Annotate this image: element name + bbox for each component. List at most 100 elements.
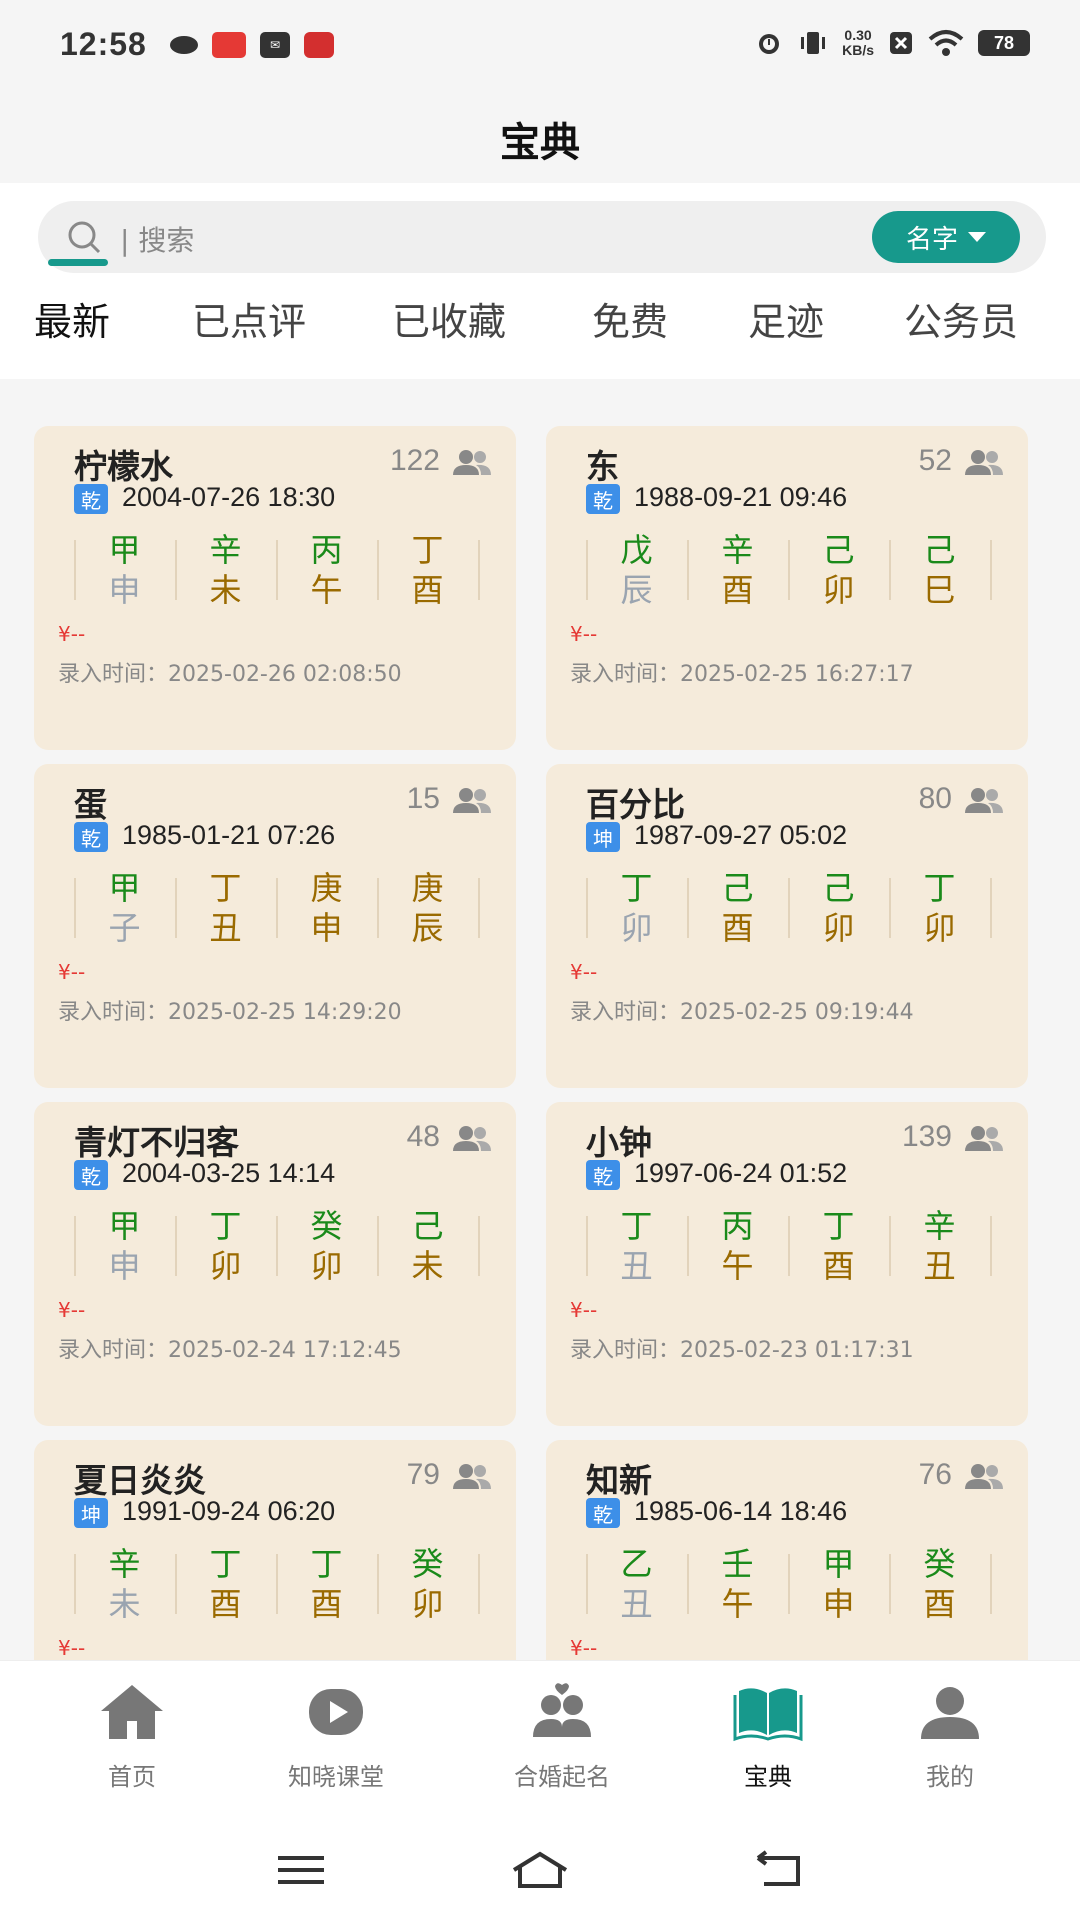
search-filter-label: 名字 bbox=[905, 224, 958, 255]
nav-baodian[interactable]: 宝典 bbox=[668, 1681, 868, 1792]
tab-favorited[interactable]: 已收藏 bbox=[392, 291, 506, 371]
birth-datetime: 1987-09-27 05:02 bbox=[634, 820, 848, 850]
gender-badge: 乾 bbox=[586, 1498, 620, 1528]
chart-card[interactable]: 知新 76 乾 1985-06-14 18:46 乙丑壬午甲申癸酉 ¥-- bbox=[546, 1440, 1028, 1660]
nav-classroom[interactable]: 知晓课堂 bbox=[236, 1681, 436, 1792]
earthly-branch: 辰 bbox=[411, 909, 444, 947]
entry-time: 录入时间：2025-02-26 02:08:50 bbox=[58, 662, 402, 687]
price: ¥-- bbox=[58, 1636, 86, 1660]
bazi-pillar: 丁卯 bbox=[175, 1206, 276, 1290]
bazi-pillars: 甲申辛未丙午丁酉 bbox=[74, 530, 480, 614]
bazi-pillar: 丁丑 bbox=[586, 1206, 687, 1290]
earthly-branch: 酉 bbox=[310, 1585, 343, 1623]
birth-datetime: 1997-06-24 01:52 bbox=[634, 1158, 848, 1188]
bazi-pillar: 丁酉 bbox=[377, 530, 478, 614]
play-icon bbox=[309, 1689, 363, 1735]
earthly-branch: 丑 bbox=[923, 1247, 956, 1285]
people-icon bbox=[453, 1126, 491, 1151]
nav-marriage-naming[interactable]: 合婚起名 bbox=[462, 1681, 662, 1792]
status-bar: 12:58 ✉ 0.30 KB/s 78 bbox=[0, 0, 1080, 95]
heavenly-stem: 癸 bbox=[310, 1207, 343, 1245]
heavenly-stem: 癸 bbox=[923, 1545, 956, 1583]
home-button-icon[interactable] bbox=[510, 1850, 570, 1890]
heavenly-stem: 辛 bbox=[108, 1545, 141, 1583]
gender-badge: 乾 bbox=[74, 484, 108, 514]
chart-card[interactable]: 东 52 乾 1988-09-21 09:46 戊辰辛酉己卯己巳 ¥-- 录入时间：2025… bbox=[546, 426, 1028, 750]
earthly-branch: 子 bbox=[108, 909, 141, 947]
earthly-branch: 酉 bbox=[822, 1247, 855, 1285]
bazi-pillar: 丁卯 bbox=[586, 868, 687, 952]
bottom-nav: 首页 知晓课堂 合婚起名 宝典 我的 bbox=[0, 1660, 1080, 1810]
chart-card[interactable]: 青灯不归客 48 乾 2004-03-25 14:14 甲申丁卯癸卯己未 ¥-- 录入时间：… bbox=[34, 1102, 516, 1426]
card-name: 百分比 bbox=[586, 785, 685, 824]
card-name: 夏日炎炎 bbox=[74, 1461, 206, 1500]
bazi-pillar: 乙丑 bbox=[586, 1544, 687, 1628]
tab-history[interactable]: 足迹 bbox=[748, 291, 824, 371]
chevron-down-icon bbox=[968, 232, 986, 242]
bazi-pillar: 甲申 bbox=[788, 1544, 889, 1628]
birth-datetime: 1985-06-14 18:46 bbox=[634, 1496, 848, 1526]
message-icon: ✉ bbox=[260, 32, 290, 58]
chart-card[interactable]: 夏日炎炎 79 坤 1991-09-24 06:20 辛未丁酉丁酉癸卯 ¥-- bbox=[34, 1440, 516, 1660]
bazi-pillar: 甲申 bbox=[74, 530, 175, 614]
system-nav-bar bbox=[0, 1810, 1080, 1920]
page-header: 宝典 bbox=[0, 95, 1080, 183]
tab-latest[interactable]: 最新 bbox=[34, 291, 110, 371]
search-area: | 搜索 名字 最新 已点评 已收藏 免费 足迹 公务员 bbox=[0, 183, 1080, 379]
tab-civil-servant[interactable]: 公务员 bbox=[904, 291, 1018, 371]
search-input[interactable]: | 搜索 名字 bbox=[38, 201, 1046, 273]
heavenly-stem: 丁 bbox=[209, 869, 242, 907]
tab-reviewed[interactable]: 已点评 bbox=[192, 291, 306, 371]
earthly-branch: 丑 bbox=[620, 1247, 653, 1285]
chart-card[interactable]: 柠檬水 122 乾 2004-07-26 18:30 甲申辛未丙午丁酉 ¥-- 录入时间：2… bbox=[34, 426, 516, 750]
tab-free[interactable]: 免费 bbox=[592, 291, 668, 371]
bazi-pillars: 丁卯己酉己卯丁卯 bbox=[586, 868, 992, 952]
heavenly-stem: 庚 bbox=[411, 869, 444, 907]
price: ¥-- bbox=[58, 1298, 86, 1322]
bazi-pillar: 丁酉 bbox=[788, 1206, 889, 1290]
bazi-pillar: 辛未 bbox=[175, 530, 276, 614]
price: ¥-- bbox=[570, 622, 598, 646]
card-name: 东 bbox=[586, 447, 619, 486]
heavenly-stem: 丁 bbox=[209, 1207, 242, 1245]
heavenly-stem: 戊 bbox=[620, 531, 653, 569]
bazi-pillar: 己卯 bbox=[788, 530, 889, 614]
chart-card[interactable]: 蛋 15 乾 1985-01-21 07:26 甲子丁丑庚申庚辰 ¥-- 录入时间：2025… bbox=[34, 764, 516, 1088]
bazi-pillar: 己酉 bbox=[687, 868, 788, 952]
earthly-branch: 卯 bbox=[620, 909, 653, 947]
heavenly-stem: 己 bbox=[411, 1207, 444, 1245]
heavenly-stem: 甲 bbox=[108, 869, 141, 907]
price: ¥-- bbox=[58, 622, 86, 646]
earthly-branch: 未 bbox=[411, 1247, 444, 1285]
earthly-branch: 丑 bbox=[620, 1585, 653, 1623]
entry-time: 录入时间：2025-02-23 01:17:31 bbox=[570, 1338, 914, 1363]
earthly-branch: 卯 bbox=[822, 909, 855, 947]
chart-card[interactable]: 小钟 139 乾 1997-06-24 01:52 丁丑丙午丁酉辛丑 ¥-- 录入时间：20… bbox=[546, 1102, 1028, 1426]
nav-home[interactable]: 首页 bbox=[32, 1681, 232, 1792]
birth-datetime: 1991-09-24 06:20 bbox=[122, 1496, 336, 1526]
entry-time: 录入时间：2025-02-25 09:19:44 bbox=[570, 1000, 914, 1025]
bazi-pillar: 丙午 bbox=[687, 1206, 788, 1290]
gender-badge: 坤 bbox=[586, 822, 620, 852]
search-icon bbox=[68, 221, 101, 254]
bazi-pillar: 癸卯 bbox=[276, 1206, 377, 1290]
back-icon[interactable] bbox=[754, 1850, 804, 1890]
price: ¥-- bbox=[58, 960, 86, 984]
heavenly-stem: 癸 bbox=[411, 1545, 444, 1583]
search-placeholder: | 搜索 bbox=[120, 224, 195, 257]
earthly-branch: 巳 bbox=[923, 571, 956, 609]
price: ¥-- bbox=[570, 960, 598, 984]
birth-datetime: 2004-07-26 18:30 bbox=[122, 482, 336, 512]
menu-icon[interactable] bbox=[276, 1850, 326, 1890]
gender-badge: 乾 bbox=[74, 1160, 108, 1190]
page-title: 宝典 bbox=[500, 120, 580, 166]
search-filter-dropdown[interactable]: 名字 bbox=[872, 211, 1020, 263]
chart-card[interactable]: 百分比 80 坤 1987-09-27 05:02 丁卯己酉己卯丁卯 ¥-- 录入时间：20… bbox=[546, 764, 1028, 1088]
people-icon bbox=[453, 1464, 491, 1489]
nav-mine[interactable]: 我的 bbox=[850, 1681, 1050, 1792]
people-icon bbox=[453, 450, 491, 475]
heavenly-stem: 丁 bbox=[209, 1545, 242, 1583]
heavenly-stem: 己 bbox=[822, 531, 855, 569]
view-count: 52 bbox=[918, 444, 952, 477]
view-count: 139 bbox=[901, 1120, 952, 1153]
